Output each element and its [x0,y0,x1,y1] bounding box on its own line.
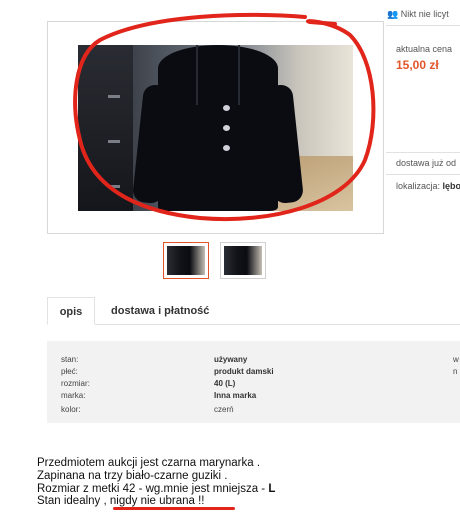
thumbnail-image [224,246,262,275]
jacket-lapel [196,45,240,105]
tab-opis[interactable]: opis [47,297,95,325]
description-line: Stan idealny , nigdy nie ubrana !! [37,495,205,508]
thumbnail-1[interactable] [163,242,209,279]
current-price: 15,00 zł [396,58,439,72]
price-label: aktualna cena [396,44,453,54]
detail-label: płeć: [61,367,78,376]
bidders-text: Nikt nie licyt [400,9,449,19]
description-line: Zapinana na trzy biało-czarne guziki . [37,469,228,482]
detail-label: marka: [61,391,86,400]
jacket-button [223,125,230,131]
jacket-button [223,105,230,111]
detail-value: używany [214,355,248,364]
detail-value: Inna marka [214,391,257,400]
description-text: Rozmiar z metki 42 - wg.mnie jest mniejs… [37,482,269,495]
item-details: stan: używany płeć: produkt damski rozmi… [47,341,460,423]
people-icon: 👥 [387,9,399,19]
detail-extra: n [453,367,458,376]
location-info: lokalizacja: lębo [396,181,460,191]
description-line: Rozmiar z metki 42 - wg.mnie jest mniejs… [37,483,457,496]
photo-dresser [78,45,133,211]
detail-extra: w [453,355,459,364]
detail-value: 40 (L) [214,379,236,388]
detail-label: stan: [61,355,79,364]
jacket-button [223,145,230,151]
divider [386,25,460,26]
red-underline-annotation [113,507,235,510]
location-label: lokalizacja: [396,181,441,191]
tab-bar: opis dostawa i płatność [47,297,460,325]
item-description: Przedmiotem aukcji jest czarna marynarka… [37,457,457,508]
detail-value: produkt damski [214,367,274,376]
location-value: lębo [442,181,460,191]
thumbnail-image [167,246,205,275]
divider [386,152,460,153]
bidders-info: 👥 Nikt nie licyt [387,9,449,20]
detail-value: czerń [214,405,234,414]
detail-label: rozmiar: [61,379,90,388]
main-product-photo[interactable] [78,45,353,211]
thumbnail-2[interactable] [220,242,266,279]
description-line: Przedmiotem aukcji jest czarna marynarka… [37,457,261,469]
delivery-text: dostawa już od [396,158,457,168]
tab-divider [47,324,460,325]
detail-label: kolor: [61,405,81,414]
divider [386,174,460,175]
description-size-bold: L [268,482,276,495]
tab-delivery-payment[interactable]: dostawa i płatność [111,297,209,325]
